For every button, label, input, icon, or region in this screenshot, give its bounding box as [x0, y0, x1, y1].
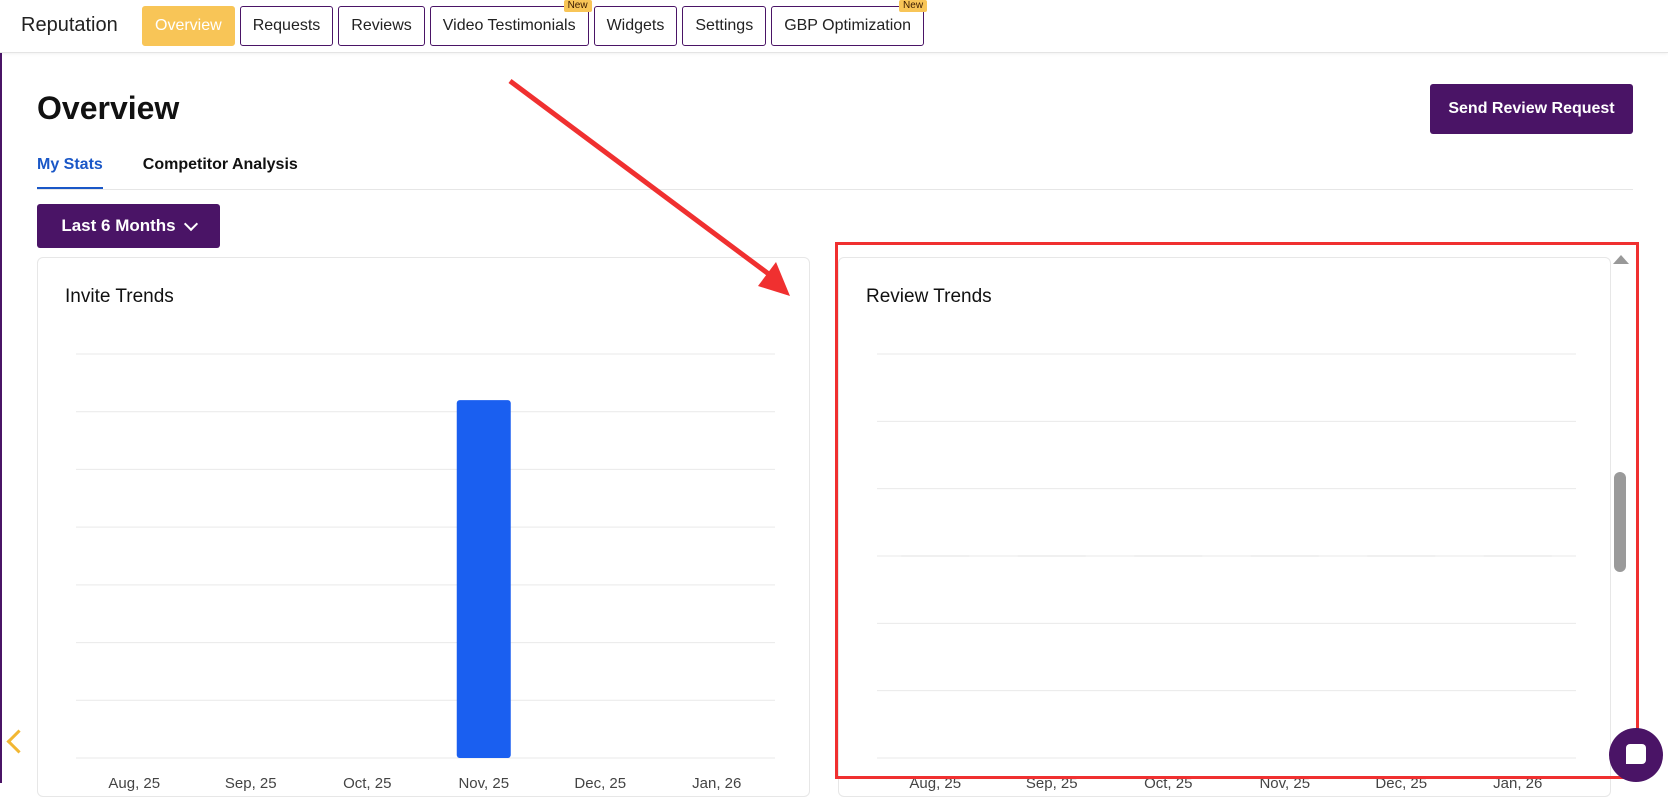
- nav-label: Requests: [252, 17, 321, 34]
- left-edge-rule: [0, 0, 2, 783]
- nav-requests[interactable]: Requests: [239, 6, 334, 46]
- new-badge: New: [899, 0, 928, 12]
- nav-gbp-optimization[interactable]: GBP Optimization New: [771, 0, 928, 46]
- nav-reviews[interactable]: Reviews: [338, 6, 425, 46]
- nav-overview[interactable]: Overview: [142, 6, 235, 46]
- top-navigation-bar: Reputation Overview Requests Reviews Vid…: [0, 0, 1668, 53]
- nav-label: Reviews: [351, 17, 412, 34]
- x-tick-label: Nov, 25: [458, 775, 509, 792]
- scrollbar-thumb[interactable]: [1614, 472, 1626, 572]
- date-range-label: Last 6 Months: [61, 216, 176, 235]
- x-tick-label: Oct, 25: [343, 775, 391, 792]
- x-tick-label: Dec, 25: [574, 775, 626, 792]
- tab-my-stats[interactable]: My Stats: [37, 156, 103, 189]
- stats-tabs: My Stats Competitor Analysis: [37, 156, 298, 189]
- nav-label: Settings: [695, 17, 754, 34]
- arrow-shaft: [508, 78, 776, 281]
- invite-trends-chart: Aug, 25 Sep, 25 Oct, 25 Nov, 25 Dec, 25 Jan, …: [76, 353, 775, 792]
- page-title: Overview: [37, 90, 180, 126]
- chevron-left-icon[interactable]: [6, 729, 31, 754]
- date-range-dropdown[interactable]: Last 6 Months: [37, 204, 220, 248]
- x-tick-label: Jan, 26: [692, 775, 741, 792]
- send-review-request-button[interactable]: Send Review Request: [1430, 84, 1633, 134]
- app-title: Reputation: [21, 14, 118, 36]
- main-nav: Overview Requests Reviews Video Testimon…: [142, 0, 928, 46]
- x-tick-label: Aug, 25: [108, 775, 160, 792]
- nav-label: Video Testimonials: [442, 17, 576, 34]
- invite-trends-card: Invite Trends Aug, 25 Sep, 25 Oct, 25 Nov, …: [37, 257, 810, 797]
- chevron-down-icon: [183, 216, 198, 231]
- nav-label: GBP Optimization: [784, 17, 912, 34]
- nav-widgets[interactable]: Widgets: [593, 6, 678, 46]
- bar: [456, 400, 511, 758]
- nav-label: Widgets: [606, 17, 665, 34]
- scroll-up-arrow[interactable]: [1613, 255, 1629, 264]
- nav-settings[interactable]: Settings: [682, 6, 767, 46]
- nav-label: Overview: [155, 17, 222, 34]
- annotation-highlight-box: [835, 242, 1639, 779]
- chat-icon[interactable]: [1609, 728, 1663, 782]
- tabs-divider: [37, 189, 1633, 190]
- tab-competitor-analysis[interactable]: Competitor Analysis: [143, 156, 298, 189]
- nav-video-testimonials[interactable]: Video Testimonials New: [429, 0, 592, 46]
- new-badge: New: [563, 0, 592, 12]
- x-tick-label: Sep, 25: [225, 775, 277, 792]
